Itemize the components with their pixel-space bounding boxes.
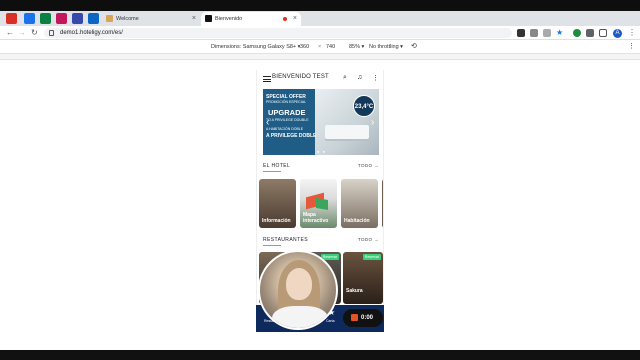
hotel-card-partial[interactable] <box>382 179 383 228</box>
banner-subtitle: A HABITACIÓN DOBLE <box>266 127 304 131</box>
bed-image <box>325 125 369 139</box>
person-face <box>286 268 312 300</box>
section-underline <box>263 245 281 246</box>
section-header-restaurants: RESTAURANTES TODO → <box>263 237 379 243</box>
more-icon[interactable]: ⋮ <box>372 74 379 82</box>
tab-bienvenido[interactable]: Bienvenido × <box>201 12 301 26</box>
pinned-tab-icon[interactable] <box>88 13 99 24</box>
address-bar[interactable]: demo1.hoteligy.com/es/ <box>44 28 512 38</box>
card-label: Sakura <box>346 288 363 294</box>
reload-icon[interactable]: ↻ <box>31 26 38 40</box>
carousel-dots: ● ● <box>317 149 326 154</box>
device-toolbar: Dimensions: Samsung Galaxy S8+ ▾ 360 × 7… <box>0 40 640 54</box>
extension-icon[interactable] <box>573 29 581 37</box>
see-all-link[interactable]: TODO → <box>358 237 379 242</box>
map-icon <box>316 197 328 211</box>
banner-privilege: A PRIVILEGE DOBLE <box>266 133 317 139</box>
more-icon[interactable]: ⋮ <box>628 40 635 54</box>
chevron-right-icon[interactable]: › <box>371 117 374 128</box>
sidebar-icon[interactable] <box>599 29 607 37</box>
rotate-icon[interactable]: ⟲ <box>411 40 417 54</box>
pinned-tab-icon[interactable] <box>40 13 51 24</box>
banner-subtitle: TO A PRIVILEGE DOUBLE <box>266 118 309 122</box>
forward-icon[interactable]: → <box>18 26 26 40</box>
height-input[interactable]: 740 <box>326 40 335 54</box>
app-title: BIENVENIDO TEST <box>272 74 329 80</box>
webcam-overlay[interactable] <box>258 250 338 330</box>
puzzle-icon[interactable] <box>586 29 594 37</box>
pinned-tab-icon[interactable] <box>56 13 67 24</box>
temperature-badge: 23,4°C <box>353 95 375 117</box>
banner-upgrade: UPGRADE <box>268 108 306 117</box>
share-icon[interactable] <box>543 29 551 37</box>
lock-icon <box>49 30 54 36</box>
throttle-select[interactable]: No throttling ▾ <box>369 40 403 54</box>
promo-banner[interactable]: SPECIAL OFFER PROMOCIÓN ESPECIAL UPGRADE… <box>263 89 379 155</box>
pinned-tab-icon[interactable] <box>72 13 83 24</box>
app-header: BIENVENIDO TEST ⌕ ♫ ⋮ <box>257 70 383 88</box>
hotel-card-info[interactable]: Información <box>259 179 296 228</box>
card-label: Mapa interactivo <box>303 212 329 224</box>
hotel-card-map[interactable]: Mapa interactivo <box>300 179 337 228</box>
width-input[interactable]: 360 <box>300 40 309 54</box>
hamburger-menu-icon[interactable] <box>263 76 271 82</box>
search-icon[interactable]: ⌕ <box>343 74 347 82</box>
address-toolbar: ← → ↻ demo1.hoteligy.com/es/ ★ A ⋮ <box>0 26 640 40</box>
eye-off-icon[interactable] <box>530 29 538 37</box>
hotel-card-room[interactable]: Habitación <box>341 179 378 228</box>
section-title: RESTAURANTES <box>263 237 308 243</box>
dimension-separator: × <box>318 44 322 50</box>
profile-avatar[interactable]: A <box>613 29 622 38</box>
tab-label: Welcome <box>116 16 139 22</box>
banner-subtitle: PROMOCIÓN ESPECIAL <box>266 100 307 104</box>
taskbar <box>0 350 640 360</box>
card-label: Habitación <box>344 218 370 224</box>
menu-icon[interactable]: ⋮ <box>628 26 636 40</box>
device-select[interactable]: Dimensions: Samsung Galaxy S8+ ▾ <box>211 40 300 54</box>
recording-time: 0:00 <box>361 315 374 321</box>
close-icon[interactable]: × <box>293 12 297 26</box>
zoom-select[interactable]: 85% ▾ <box>349 40 364 54</box>
pinned-tab-icon[interactable] <box>6 13 17 24</box>
site-favicon-icon <box>205 15 212 22</box>
section-underline <box>263 171 281 172</box>
pinned-tab-icon[interactable] <box>24 13 35 24</box>
star-icon[interactable]: ★ <box>556 26 563 40</box>
window-top-bar <box>0 0 640 11</box>
tab-strip: Welcome × Bienvenido × + ⌄ – ▫ ✕ <box>0 11 640 35</box>
section-title: EL HOTEL <box>263 163 291 169</box>
reserve-tag[interactable]: Reservar <box>362 254 381 260</box>
recording-control[interactable]: 0:00 <box>343 309 383 327</box>
stop-icon[interactable] <box>351 314 358 321</box>
url-text: demo1.hoteligy.com/es/ <box>60 30 123 36</box>
person-shirt <box>272 306 328 328</box>
restaurant-card-sakura[interactable]: Reservar Sakura <box>343 252 383 304</box>
recording-indicator-icon <box>283 17 287 21</box>
back-icon[interactable]: ← <box>6 26 14 40</box>
section-header-hotel: EL HOTEL TODO → <box>263 163 379 169</box>
card-label: Información <box>262 218 291 224</box>
bell-icon[interactable]: ♫ <box>357 74 362 81</box>
tab-welcome[interactable]: Welcome × <box>102 12 200 26</box>
tab-label: Bienvenido <box>215 16 243 22</box>
site-favicon-icon <box>106 15 113 22</box>
chevron-left-icon[interactable]: ‹ <box>266 117 269 128</box>
camera-icon[interactable] <box>517 29 525 37</box>
close-icon[interactable]: × <box>192 12 196 26</box>
see-all-link[interactable]: TODO → <box>358 163 379 168</box>
